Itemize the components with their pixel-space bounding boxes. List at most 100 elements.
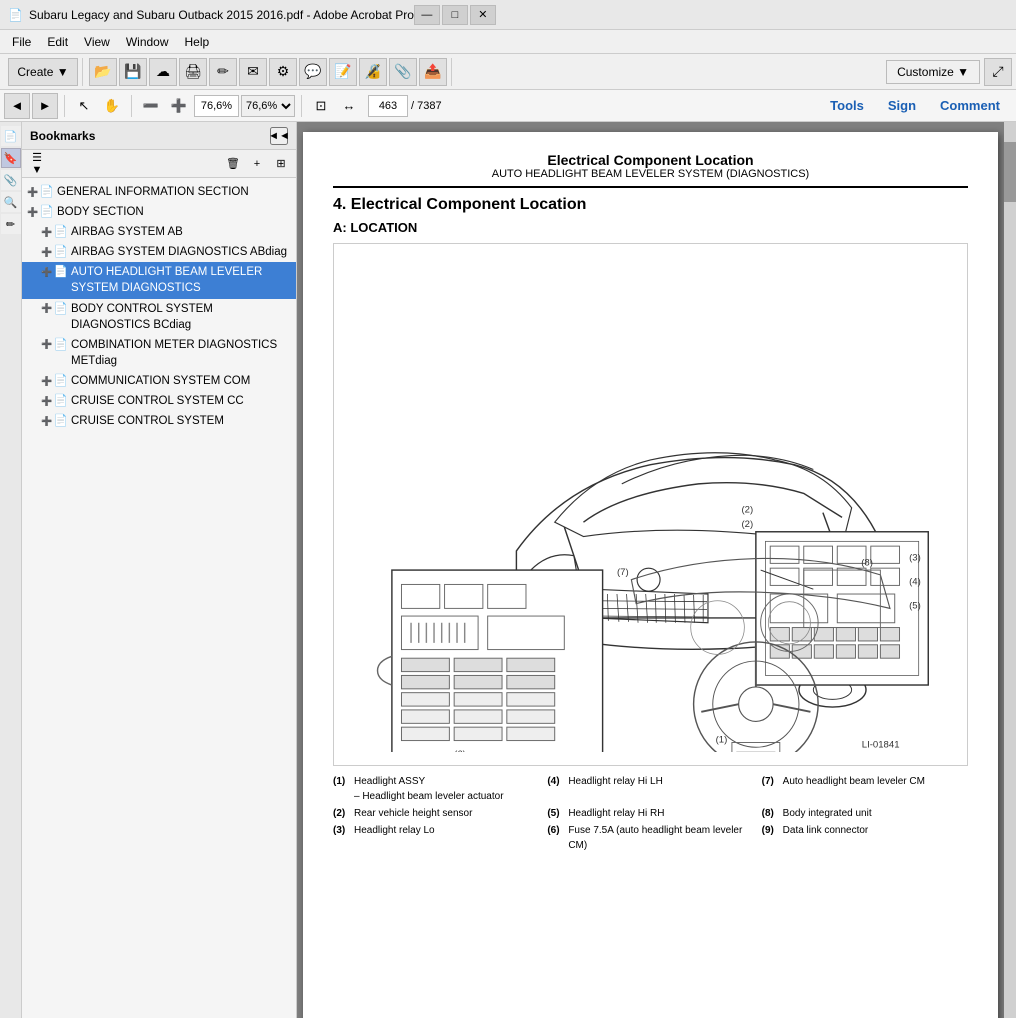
sign-link[interactable]: Sign <box>876 94 928 117</box>
bookmark-body-icon: 📄 <box>40 205 54 219</box>
bookmark-body-ctrl-label: BODY CONTROL SYSTEM DIAGNOSTICS BCdiag <box>71 301 292 333</box>
legend-area: (1) Headlight ASSY– Headlight beam level… <box>333 774 968 853</box>
subsection-title: A: LOCATION <box>333 220 968 235</box>
bookmark-headlight-icon: 📄 <box>54 265 68 279</box>
pdf-page: Electrical Component Location AUTO HEADL… <box>303 132 998 1018</box>
bookmark-cruise-cc-icon: 📄 <box>54 394 68 408</box>
bookmark-cruise-cc[interactable]: ➕ 📄 CRUISE CONTROL SYSTEM CC <box>22 391 296 411</box>
svg-text:(7): (7) <box>617 567 629 578</box>
bookmark-cruise-system[interactable]: ➕ 📄 CRUISE CONTROL SYSTEM <box>22 411 296 431</box>
bookmark-body-section[interactable]: ➕ 📄 BODY SECTION <box>22 202 296 222</box>
panel-expand-button[interactable]: ⊞ <box>270 153 292 175</box>
envelope-button[interactable]: ✉ <box>239 58 267 86</box>
nav-bookmark-btn[interactable]: 🔖 <box>1 148 21 168</box>
export-button[interactable]: 📤 <box>419 58 447 86</box>
nav-toolbar: ◄ ► ↖ ✋ ➖ ➕ 76,6% 50% 100% ⊡ ↔ / 7387 To… <box>0 90 1016 122</box>
scrollbar-thumb[interactable] <box>1004 142 1016 202</box>
hand-tool[interactable]: ✋ <box>99 93 125 119</box>
bookmark-comm-label: COMMUNICATION SYSTEM COM <box>71 373 292 389</box>
bookmark-auto-headlight[interactable]: ➕ 📄 AUTO HEADLIGHT BEAM LEVELER SYSTEM D… <box>22 262 296 298</box>
page-header-title: Electrical Component Location <box>333 152 968 168</box>
edit-button[interactable]: ✏ <box>209 58 237 86</box>
minimize-button[interactable]: — <box>414 5 440 25</box>
bookmark-comm-icon: 📄 <box>54 374 68 388</box>
settings-button[interactable]: ⚙ <box>269 58 297 86</box>
close-button[interactable]: ✕ <box>470 5 496 25</box>
sign-button[interactable]: 🔏 <box>359 58 387 86</box>
open-button[interactable]: 📂 <box>89 58 117 86</box>
bookmark-cruise-cc-label: CRUISE CONTROL SYSTEM CC <box>71 393 292 409</box>
svg-text:(6): (6) <box>454 749 466 752</box>
maximize-button[interactable]: □ <box>442 5 468 25</box>
bookmarks-panel: Bookmarks ◄◄ ☰ ▼ 🗑 + ⊞ ➕ 📄 GENERAL INFOR… <box>22 122 297 1018</box>
tools-link[interactable]: Tools <box>818 94 876 117</box>
section-title: 4. Electrical Component Location <box>333 196 968 214</box>
bookmark-gen-info[interactable]: ➕ 📄 GENERAL INFORMATION SECTION <box>22 182 296 202</box>
panel-add-button[interactable]: + <box>246 153 268 175</box>
svg-text:(2): (2) <box>741 519 753 530</box>
main-toolbar: Create ▼ 📂 💾 ☁ 🖨 ✏ ✉ ⚙ 💬 📝 🔏 📎 📤 Customi… <box>0 54 1016 90</box>
customize-button[interactable]: Customize ▼ <box>886 60 980 84</box>
expand-combo-icon: ➕ <box>40 338 54 352</box>
main-diagram-svg: (1) <box>344 254 957 752</box>
zoom-in-button[interactable]: ➕ <box>166 93 192 119</box>
menu-edit[interactable]: Edit <box>39 33 76 51</box>
comment-link[interactable]: Comment <box>928 94 1012 117</box>
expand-headlight-icon: ➕ <box>40 265 54 279</box>
menu-bar: File Edit View Window Help <box>0 30 1016 54</box>
title-bar: 📄 Subaru Legacy and Subaru Outback 2015 … <box>0 0 1016 30</box>
bookmark-cruise-sys-label: CRUISE CONTROL SYSTEM <box>71 413 292 429</box>
legend-5: (5) Headlight relay Hi RH <box>547 806 753 821</box>
speech-button[interactable]: 💬 <box>299 58 327 86</box>
nav-icon-3[interactable]: 📎 <box>1 170 21 190</box>
bookmark-airbag-diag-label: AIRBAG SYSTEM DIAGNOSTICS ABdiag <box>71 244 292 260</box>
zoom-select[interactable]: 76,6% 50% 100% <box>241 95 295 117</box>
create-button[interactable]: Create ▼ <box>8 58 78 86</box>
legend-9: (9) Data link connector <box>762 823 968 853</box>
cloud-button[interactable]: ☁ <box>149 58 177 86</box>
scrollbar-track[interactable] <box>1004 122 1016 1018</box>
panel-collapse-button[interactable]: ◄◄ <box>270 127 288 145</box>
cursor-tool[interactable]: ↖ <box>71 93 97 119</box>
menu-window[interactable]: Window <box>118 33 177 51</box>
bookmark-combination[interactable]: ➕ 📄 COMBINATION METER DIAGNOSTICS METdia… <box>22 335 296 371</box>
panel-options-button[interactable]: ☰ ▼ <box>26 153 48 175</box>
nav-icon-5[interactable]: ✏ <box>1 214 21 234</box>
forward-nav-button[interactable]: ► <box>32 93 58 119</box>
fit-width-button[interactable]: ↔ <box>336 93 362 119</box>
menu-file[interactable]: File <box>4 33 39 51</box>
fit-page-button[interactable]: ⊡ <box>308 93 334 119</box>
bookmark-body-control[interactable]: ➕ 📄 BODY CONTROL SYSTEM DIAGNOSTICS BCdi… <box>22 299 296 335</box>
bookmark-gen-info-icon: 📄 <box>40 185 54 199</box>
zoom-out-button[interactable]: ➖ <box>138 93 164 119</box>
menu-help[interactable]: Help <box>177 33 218 51</box>
expand-button[interactable]: ⤢ <box>984 58 1012 86</box>
page-header-subtitle: AUTO HEADLIGHT BEAM LEVELER SYSTEM (DIAG… <box>333 168 968 180</box>
svg-text:(4): (4) <box>909 576 921 587</box>
app-icon: 📄 <box>8 8 23 22</box>
save-button[interactable]: 💾 <box>119 58 147 86</box>
bookmark-airbag-ab[interactable]: ➕ 📄 AIRBAG SYSTEM AB <box>22 222 296 242</box>
expand-cruise-cc-icon: ➕ <box>40 394 54 408</box>
page-number-input[interactable] <box>368 95 408 117</box>
menu-view[interactable]: View <box>76 33 118 51</box>
attach-button[interactable]: 📎 <box>389 58 417 86</box>
panel-delete-button[interactable]: 🗑 <box>222 153 244 175</box>
zoom-field[interactable] <box>194 95 239 117</box>
bookmark-airbag-ab-label: AIRBAG SYSTEM AB <box>71 224 292 240</box>
bookmark-airbag-diag[interactable]: ➕ 📄 AIRBAG SYSTEM DIAGNOSTICS ABdiag <box>22 242 296 262</box>
bookmark-communication[interactable]: ➕ 📄 COMMUNICATION SYSTEM COM <box>22 371 296 391</box>
note-button[interactable]: 📝 <box>329 58 357 86</box>
legend-4: (4) Headlight relay Hi LH <box>547 774 753 804</box>
nav-icon-4[interactable]: 🔍 <box>1 192 21 212</box>
nav-icon-1[interactable]: 📄 <box>1 126 21 146</box>
expand-gen-info-icon: ➕ <box>26 185 40 199</box>
bookmark-combo-icon: 📄 <box>54 338 68 352</box>
back-nav-button[interactable]: ◄ <box>4 93 30 119</box>
main-area: 📄 🔖 📎 🔍 ✏ Bookmarks ◄◄ ☰ ▼ 🗑 + ⊞ ➕ 📄 <box>0 122 1016 1018</box>
expand-airbag-diag-icon: ➕ <box>40 245 54 259</box>
title-bar-text: Subaru Legacy and Subaru Outback 2015 20… <box>29 8 414 22</box>
print-button[interactable]: 🖨 <box>179 58 207 86</box>
legend-7: (7) Auto headlight beam leveler CM <box>762 774 968 804</box>
control-unit: (6) <box>378 570 603 752</box>
